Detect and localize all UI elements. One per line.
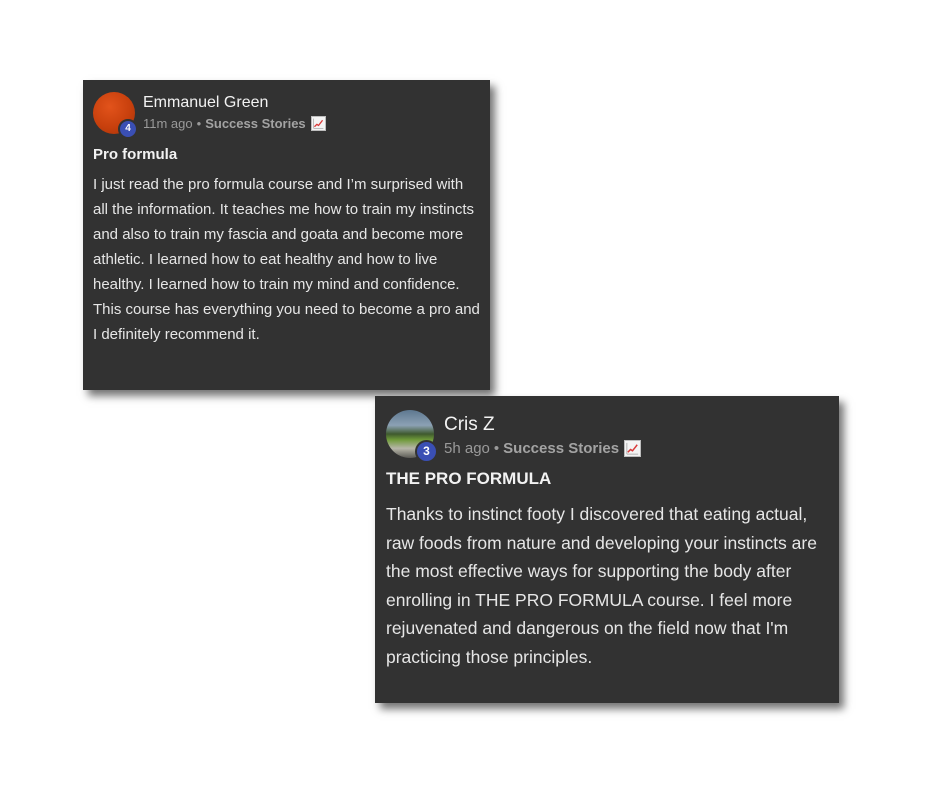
avatar-wrapper: 4 [93,92,138,139]
post-time: 11m ago [143,116,193,131]
separator-dot: • [493,440,500,457]
separator-dot: • [196,116,202,131]
post-title: Pro formula [93,146,178,163]
chart-increasing-icon [624,440,642,457]
level-badge: 4 [118,119,138,139]
post-subline: 11m ago • Success Stories [143,116,326,131]
level-badge: 3 [415,440,438,463]
post-header: 4 Emmanuel Green 11m ago • Success Stori… [93,92,480,139]
post-meta: Emmanuel Green 11m ago • Success Stories [143,92,326,131]
author-name[interactable]: Cris Z [444,413,641,437]
post-body: I just read the pro formula course and I… [93,176,480,343]
post-card[interactable]: 3 Cris Z 5h ago • Success Stories THE PR… [375,396,839,703]
author-name[interactable]: Emmanuel Green [143,93,326,113]
post-subline: 5h ago • Success Stories [444,440,642,457]
post-header: 3 Cris Z 5h ago • Success Stories [386,410,828,463]
post-title: THE PRO FORMULA [386,469,552,488]
post-meta: Cris Z 5h ago • Success Stories [444,410,642,457]
avatar-wrapper: 3 [386,410,438,463]
post-time: 5h ago [444,440,490,457]
category-link[interactable]: Success Stories [205,116,305,131]
post-body: Thanks to instinct footy I discovered th… [386,504,817,667]
chart-increasing-icon [310,116,326,131]
category-link[interactable]: Success Stories [503,440,619,457]
post-card[interactable]: 4 Emmanuel Green 11m ago • Success Stori… [83,80,490,390]
testimonial-collage: 4 Emmanuel Green 11m ago • Success Stori… [0,0,940,788]
